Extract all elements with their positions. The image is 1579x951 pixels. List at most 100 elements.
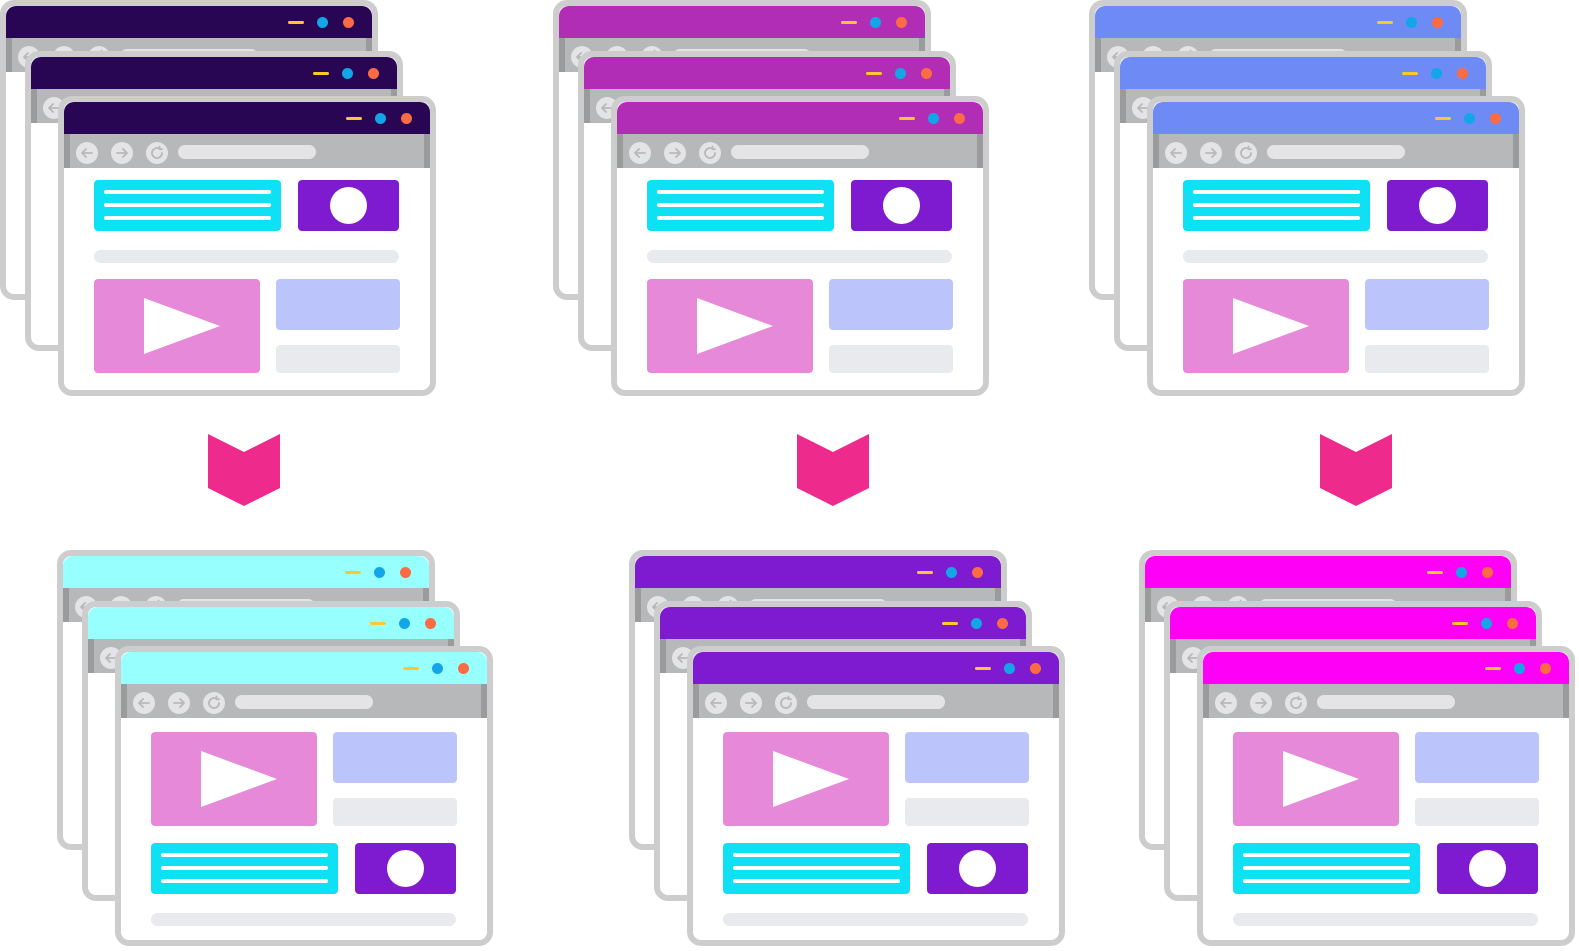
image-circle-icon bbox=[387, 850, 424, 887]
video-block bbox=[1183, 279, 1349, 373]
window-frame bbox=[611, 96, 989, 396]
text-line bbox=[161, 866, 328, 870]
side-placeholder bbox=[1365, 345, 1489, 373]
browser-window-front bbox=[687, 646, 1065, 946]
image-block bbox=[1387, 180, 1488, 231]
minimize-icon bbox=[1402, 72, 1418, 75]
reload-icon bbox=[203, 692, 225, 714]
browser-window-front bbox=[1197, 646, 1575, 946]
dot-blue-icon bbox=[1406, 17, 1417, 28]
browser-window-front bbox=[115, 646, 493, 946]
side-block bbox=[1415, 732, 1539, 783]
image-circle-icon bbox=[883, 187, 920, 224]
text-line bbox=[657, 190, 824, 194]
window-stack-result-3 bbox=[1139, 550, 1579, 950]
play-icon bbox=[1233, 298, 1309, 354]
text-line bbox=[1243, 853, 1410, 857]
reload-icon bbox=[146, 142, 168, 164]
dot-orange-icon bbox=[954, 113, 965, 124]
window-stack-source-3 bbox=[1089, 0, 1529, 400]
side-block bbox=[276, 279, 400, 330]
dot-orange-icon bbox=[997, 618, 1008, 629]
video-block bbox=[151, 732, 317, 826]
minimize-icon bbox=[403, 667, 419, 670]
video-block bbox=[1233, 732, 1399, 826]
back-arrow-icon bbox=[133, 692, 155, 714]
text-line bbox=[1193, 216, 1360, 220]
browser-window-front bbox=[1147, 96, 1525, 396]
side-block bbox=[333, 732, 457, 783]
dot-orange-icon bbox=[1507, 618, 1518, 629]
text-block bbox=[151, 843, 338, 894]
side-placeholder bbox=[333, 798, 457, 826]
minimize-icon bbox=[1435, 117, 1451, 120]
dot-blue-icon bbox=[432, 663, 443, 674]
side-placeholder bbox=[1415, 798, 1539, 826]
dot-blue-icon bbox=[1456, 567, 1467, 578]
dot-orange-icon bbox=[458, 663, 469, 674]
dot-orange-icon bbox=[896, 17, 907, 28]
dot-blue-icon bbox=[375, 113, 386, 124]
address-bar bbox=[807, 695, 945, 709]
window-stack-result-1 bbox=[57, 550, 497, 950]
forward-arrow-icon bbox=[740, 692, 762, 714]
text-line bbox=[733, 853, 900, 857]
image-block bbox=[355, 843, 456, 894]
dot-orange-icon bbox=[400, 567, 411, 578]
image-circle-icon bbox=[1419, 187, 1456, 224]
minimize-icon bbox=[370, 622, 386, 625]
text-line bbox=[161, 853, 328, 857]
video-block bbox=[94, 279, 260, 373]
dot-orange-icon bbox=[1432, 17, 1443, 28]
placeholder-bar bbox=[1233, 913, 1538, 926]
dot-orange-icon bbox=[1540, 663, 1551, 674]
minimize-icon bbox=[1377, 21, 1393, 24]
text-line bbox=[104, 190, 271, 194]
address-bar bbox=[178, 145, 316, 159]
minimize-icon bbox=[313, 72, 329, 75]
dot-orange-icon bbox=[972, 567, 983, 578]
minimize-icon bbox=[346, 117, 362, 120]
text-line bbox=[1193, 190, 1360, 194]
dot-blue-icon bbox=[342, 68, 353, 79]
dot-blue-icon bbox=[971, 618, 982, 629]
text-line bbox=[104, 216, 271, 220]
window-frame bbox=[115, 646, 493, 946]
placeholder-bar bbox=[94, 250, 399, 263]
reload-icon bbox=[699, 142, 721, 164]
minimize-icon bbox=[975, 667, 991, 670]
video-block bbox=[723, 732, 889, 826]
side-block bbox=[905, 732, 1029, 783]
dot-orange-icon bbox=[921, 68, 932, 79]
placeholder-bar bbox=[647, 250, 952, 263]
text-line bbox=[1243, 866, 1410, 870]
window-frame bbox=[1197, 646, 1575, 946]
dot-orange-icon bbox=[1490, 113, 1501, 124]
video-block bbox=[647, 279, 813, 373]
dot-blue-icon bbox=[1431, 68, 1442, 79]
dot-blue-icon bbox=[928, 113, 939, 124]
dot-blue-icon bbox=[317, 17, 328, 28]
window-stack-source-2 bbox=[553, 0, 993, 400]
forward-arrow-icon bbox=[1200, 142, 1222, 164]
back-arrow-icon bbox=[1215, 692, 1237, 714]
diagram-canvas bbox=[0, 0, 1579, 951]
address-bar bbox=[1317, 695, 1455, 709]
image-circle-icon bbox=[1469, 850, 1506, 887]
back-arrow-icon bbox=[76, 142, 98, 164]
image-block bbox=[298, 180, 399, 231]
forward-arrow-icon bbox=[1250, 692, 1272, 714]
placeholder-bar bbox=[1183, 250, 1488, 263]
text-line bbox=[733, 866, 900, 870]
dot-blue-icon bbox=[1481, 618, 1492, 629]
side-block bbox=[829, 279, 953, 330]
chevron-down-arrow-icon bbox=[1320, 434, 1392, 506]
image-circle-icon bbox=[959, 850, 996, 887]
dot-orange-icon bbox=[425, 618, 436, 629]
dot-blue-icon bbox=[399, 618, 410, 629]
window-stack-result-2 bbox=[629, 550, 1069, 950]
side-placeholder bbox=[905, 798, 1029, 826]
minimize-icon bbox=[1485, 667, 1501, 670]
dot-blue-icon bbox=[1514, 663, 1525, 674]
forward-arrow-icon bbox=[664, 142, 686, 164]
